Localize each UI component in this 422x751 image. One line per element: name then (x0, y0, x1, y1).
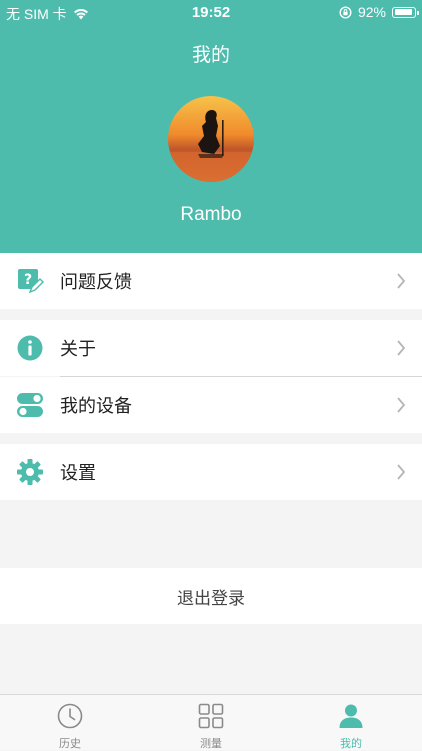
profile-header: 无 SIM 卡 19:52 92% 我的 Rambo (0, 0, 422, 253)
menu-label-my-devices: 我的设备 (60, 396, 132, 417)
tab-label-mine: 我的 (340, 737, 362, 750)
logout-button[interactable]: 退出登录 (0, 568, 422, 624)
menu-label-feedback: 问题反馈 (60, 272, 132, 293)
toggle-icon (16, 391, 44, 419)
avatar[interactable] (168, 96, 254, 182)
tab-mine[interactable]: 我的 (301, 695, 401, 751)
svg-text:?: ? (24, 272, 32, 288)
status-bar: 无 SIM 卡 19:52 92% (0, 0, 422, 24)
orientation-lock-icon (339, 5, 352, 19)
tab-label-measure: 测量 (200, 737, 222, 750)
tab-measure[interactable]: 测量 (161, 695, 261, 751)
chevron-right-icon (397, 340, 406, 356)
clock-icon (57, 703, 83, 729)
tab-label-history: 历史 (59, 737, 81, 750)
user-icon (339, 704, 363, 728)
gear-icon (16, 458, 44, 486)
grid-icon (198, 703, 224, 729)
tab-history[interactable]: 历史 (20, 695, 120, 751)
chevron-right-icon (397, 464, 406, 480)
menu-label-settings: 设置 (60, 463, 96, 484)
menu-item-feedback[interactable]: ? 问题反馈 (0, 253, 422, 309)
feedback-icon: ? (16, 267, 44, 295)
info-icon (16, 334, 44, 362)
username: Rambo (180, 204, 242, 225)
menu-item-my-devices[interactable]: 我的设备 (0, 377, 422, 433)
logout-label: 退出登录 (177, 588, 245, 609)
page-title: 我的 (191, 44, 230, 66)
menu-label-about: 关于 (60, 339, 96, 360)
menu-item-settings[interactable]: 设置 (0, 444, 422, 500)
battery-percent: 92% (357, 4, 386, 20)
battery-icon (392, 6, 419, 18)
tab-bar: 历史 测量 我的 (0, 694, 422, 750)
menu-item-about[interactable]: 关于 (0, 320, 422, 376)
chevron-right-icon (397, 397, 406, 413)
chevron-right-icon (397, 273, 406, 289)
